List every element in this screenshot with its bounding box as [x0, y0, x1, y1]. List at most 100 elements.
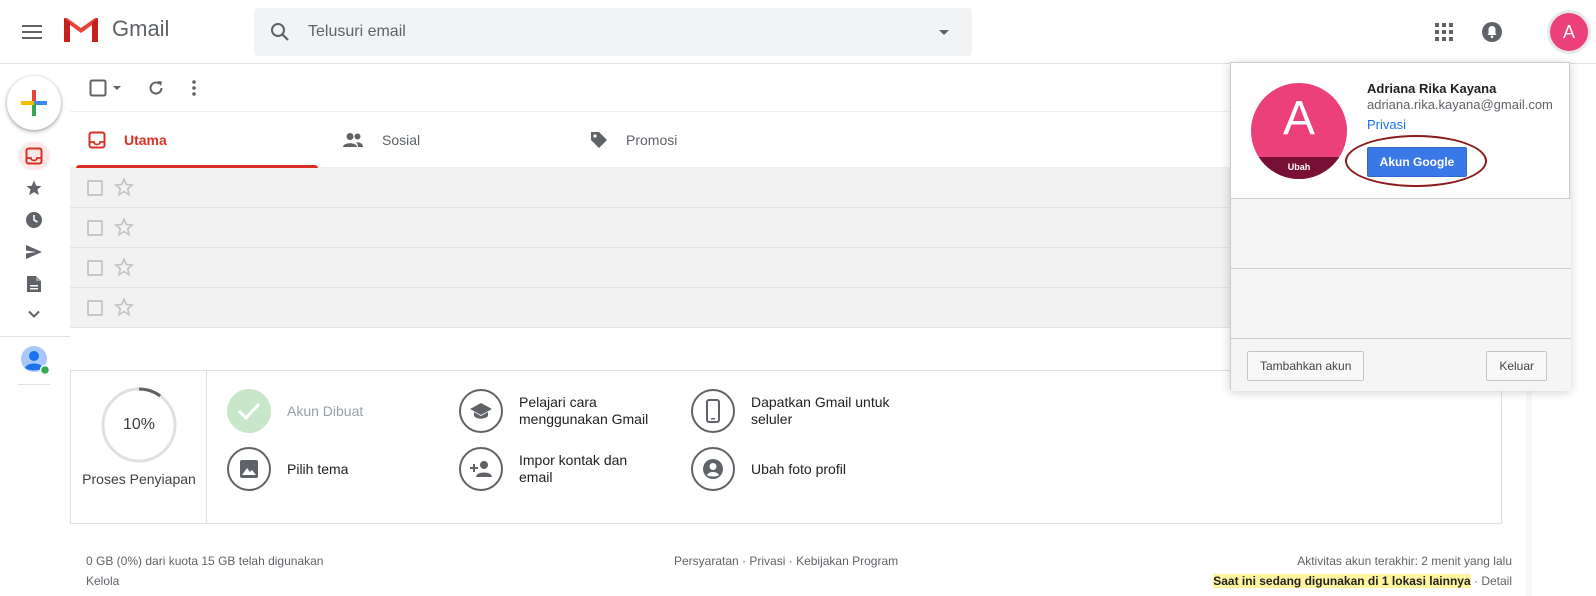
people-icon [343, 133, 363, 147]
progress-label: Proses Penyiapan [82, 471, 196, 487]
sidebar-item-inbox[interactable] [18, 142, 50, 170]
terms-link[interactable]: Persyaratan [674, 554, 739, 568]
select-all-button[interactable] [86, 74, 126, 102]
account-email: adriana.rika.kayana@gmail.com [1367, 97, 1553, 112]
top-header: Gmail A [0, 0, 1596, 64]
last-activity: Aktivitas akun terakhir: 2 menit yang la… [1297, 554, 1512, 568]
person-add-icon [470, 461, 492, 477]
sidebar-item-starred[interactable] [18, 174, 50, 202]
caret-down-icon [113, 86, 121, 90]
account-popup-header: A Ubah Adriana Rika Kayana adriana.rika.… [1231, 63, 1571, 199]
session-info: Saat ini sedang digunakan di 1 lokasi la… [1213, 574, 1512, 588]
details-link[interactable]: Detail [1481, 574, 1512, 588]
row-checkbox[interactable] [87, 260, 103, 276]
footer-separator: · [738, 554, 750, 568]
draft-file-icon [27, 276, 41, 292]
notifications-button[interactable] [1478, 18, 1506, 46]
task-label: Impor kontak dan email [519, 452, 628, 485]
apps-grid-icon [1435, 23, 1453, 41]
account-popup-section [1231, 199, 1571, 269]
task-label: Ubah foto profil [751, 460, 846, 477]
sign-out-button[interactable]: Keluar [1486, 351, 1547, 381]
task-import-contacts[interactable]: Impor kontak dan email [459, 447, 659, 491]
other-location-notice: Saat ini sedang digunakan di 1 lokasi la… [1213, 574, 1471, 588]
chevron-down-icon [28, 310, 40, 318]
footer-links: Persyaratan · Privasi · Kebijakan Progra… [674, 554, 898, 568]
manage-link-text[interactable]: Kelola [86, 574, 119, 588]
account-popup-footer: Tambahkan akun Keluar [1231, 339, 1571, 391]
compose-button[interactable] [7, 76, 61, 130]
tab-label: Promosi [626, 132, 678, 148]
search-input[interactable] [308, 18, 908, 46]
send-icon [26, 245, 42, 259]
privacy-link[interactable]: Privasi [1367, 117, 1406, 132]
task-change-photo[interactable]: Ubah foto profil [691, 447, 891, 491]
task-learn-gmail[interactable]: Pelajari cara menggunakan Gmail [459, 389, 659, 433]
gmail-m-icon [62, 16, 100, 43]
school-icon [470, 403, 492, 419]
sidebar-item-more[interactable] [18, 300, 50, 328]
more-options-button[interactable] [180, 74, 208, 102]
task-choose-theme[interactable]: Pilih tema [227, 447, 427, 491]
task-label: Akun Dibuat [287, 402, 364, 419]
search-icon[interactable] [268, 20, 292, 44]
program-policy-link[interactable]: Kebijakan Program [796, 554, 898, 568]
task-icon-circle [691, 389, 735, 433]
google-account-button[interactable]: Akun Google [1367, 147, 1467, 177]
refresh-icon [149, 81, 163, 95]
tab-primary[interactable]: Utama [70, 112, 318, 168]
task-mobile-gmail[interactable]: Dapatkan Gmail untuk seluler [691, 389, 891, 433]
task-label: Dapatkan Gmail untuk seluler [751, 394, 890, 427]
account-name: Adriana Rika Kayana [1367, 81, 1497, 96]
task-icon-circle [459, 447, 503, 491]
task-account-created[interactable]: Akun Dibuat [227, 389, 427, 433]
profile-photo[interactable]: A Ubah [1251, 83, 1347, 179]
privacy-link[interactable]: Privasi [749, 554, 785, 568]
task-icon-circle [227, 389, 271, 433]
row-checkbox[interactable] [87, 220, 103, 236]
apps-button[interactable] [1430, 18, 1458, 46]
footer-separator: · [1470, 574, 1482, 588]
storage-usage: 0 GB (0%) dari kuota 15 GB telah digunak… [86, 554, 324, 568]
image-icon [240, 460, 258, 478]
tab-promotions[interactable]: Promosi [572, 112, 820, 168]
tab-label: Utama [124, 132, 167, 148]
gmail-logo[interactable]: Gmail [62, 14, 169, 44]
sidebar-divider-2 [18, 384, 50, 385]
check-icon [237, 402, 261, 421]
checkbox-icon [89, 79, 107, 97]
inbox-icon [25, 147, 43, 165]
bell-icon [1482, 22, 1502, 42]
manage-storage-link[interactable]: Kelola [86, 574, 119, 588]
star-outline-icon[interactable] [114, 177, 134, 197]
star-outline-icon[interactable] [114, 217, 134, 237]
task-icon-circle [691, 447, 735, 491]
tab-label: Sosial [382, 132, 421, 148]
refresh-button[interactable] [142, 74, 170, 102]
row-checkbox[interactable] [87, 180, 103, 196]
sidebar-item-sent[interactable] [18, 238, 50, 266]
sidebar-item-snoozed[interactable] [18, 206, 50, 234]
tab-social[interactable]: Sosial [324, 112, 572, 168]
search-options-icon[interactable] [934, 22, 954, 42]
change-photo-label[interactable]: Ubah [1251, 157, 1347, 179]
main-menu-button[interactable] [18, 18, 46, 46]
add-account-button[interactable]: Tambahkan akun [1247, 351, 1365, 381]
star-outline-icon[interactable] [114, 297, 134, 317]
task-icon-circle [459, 389, 503, 433]
star-outline-icon[interactable] [114, 257, 134, 277]
sidebar-item-drafts[interactable] [18, 270, 50, 298]
star-icon [26, 180, 42, 196]
phone-icon [706, 399, 720, 423]
account-popup: A Ubah Adriana Rika Kayana adriana.rika.… [1230, 62, 1571, 391]
row-checkbox[interactable] [87, 300, 103, 316]
hamburger-menu-icon [22, 25, 42, 39]
setup-progress-summary: 10% Proses Penyiapan [71, 371, 207, 523]
inbox-tab-icon [88, 131, 106, 149]
hangouts-avatar[interactable] [20, 345, 51, 376]
search-bar [254, 8, 972, 56]
more-vertical-icon [192, 80, 196, 96]
user-avatar-icon [21, 346, 51, 376]
account-avatar-button[interactable]: A [1550, 13, 1588, 51]
setup-progress-panel: 10% Proses Penyiapan Akun Dibuat Pelajar… [70, 370, 1502, 524]
